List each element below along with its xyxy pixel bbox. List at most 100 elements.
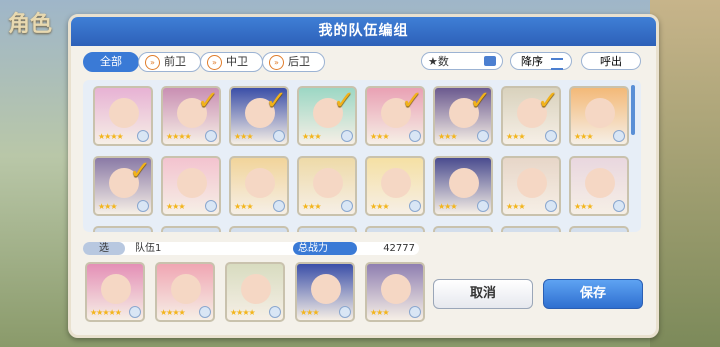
character-portrait: [245, 168, 275, 198]
checkmark-icon: ✓: [537, 86, 559, 116]
roster-card-partial[interactable]: [229, 226, 289, 232]
star-rating: ★★★: [302, 132, 321, 141]
star-rating: ★★★: [166, 202, 185, 211]
total-power-label: 总战力: [293, 242, 357, 255]
character-portrait: [241, 274, 271, 304]
team-member-card[interactable]: ★★★: [365, 262, 425, 322]
roster-card-partial[interactable]: [433, 226, 493, 232]
chevron-right-icon: [339, 306, 351, 318]
chevron-right-icon: [269, 306, 281, 318]
roster-card[interactable]: ★★★: [161, 156, 221, 216]
star-rating: ★★★: [370, 202, 389, 211]
character-portrait: [585, 168, 615, 198]
star-rating: ★★★: [234, 202, 253, 211]
roster-scrollbar[interactable]: [631, 85, 635, 135]
roster-card[interactable]: ★★★ ✓: [433, 86, 493, 146]
character-portrait: [585, 98, 615, 128]
chevron-right-icon: [613, 200, 625, 212]
filter-all-button[interactable]: 全部: [83, 52, 139, 72]
roster-card[interactable]: ★★★: [569, 156, 629, 216]
chevron-right-icon: »: [269, 54, 284, 70]
roster-card[interactable]: ★★★ ✓: [93, 156, 153, 216]
star-rating: ★★★★★: [90, 308, 122, 317]
chevron-right-icon: [409, 200, 421, 212]
filter-back-button[interactable]: » 后卫: [262, 52, 325, 72]
star-rating: ★★★: [438, 202, 457, 211]
team-edit-dialog: 我的队伍编组 全部 » 前卫 » 中卫 » 后卫 ★数 降序 呼出 ★★★★ ★★★★ ✓…: [68, 14, 659, 338]
star-rating: ★★★: [574, 132, 593, 141]
star-rating: ★★★★: [166, 132, 192, 141]
cancel-button[interactable]: 取消: [433, 279, 533, 309]
roster-card-partial[interactable]: [365, 226, 425, 232]
team-member-card[interactable]: ★★★: [295, 262, 355, 322]
team-member-card[interactable]: ★★★★: [155, 262, 215, 322]
filter-front-label: 前卫: [164, 55, 186, 68]
roster-card-partial[interactable]: [161, 226, 221, 232]
chevron-right-icon: [409, 130, 421, 142]
roster-card[interactable]: ★★★: [501, 156, 561, 216]
roster-card[interactable]: ★★★ ✓: [229, 86, 289, 146]
roster-card[interactable]: ★★★★: [93, 86, 153, 146]
roster-card[interactable]: ★★★: [297, 156, 357, 216]
team-member-card[interactable]: ★★★★★: [85, 262, 145, 322]
roster-card[interactable]: ★★★: [229, 156, 289, 216]
order-button[interactable]: 降序: [510, 52, 572, 70]
checkmark-icon: ✓: [469, 86, 491, 116]
roster-card[interactable]: ★★★: [365, 156, 425, 216]
roster-card[interactable]: ★★★: [569, 86, 629, 146]
chevron-right-icon: [205, 200, 217, 212]
star-rating: ★★★: [506, 202, 525, 211]
checkmark-icon: ✓: [401, 86, 423, 116]
character-portrait: [177, 168, 207, 198]
roster-card[interactable]: ★★★: [433, 156, 493, 216]
chevron-right-icon: [137, 130, 149, 142]
roster-card[interactable]: ★★★ ✓: [501, 86, 561, 146]
roster-card[interactable]: ★★★★ ✓: [161, 86, 221, 146]
total-power-bar: 总战力 42777: [293, 242, 419, 255]
star-rating: ★★★★: [98, 132, 124, 141]
star-rating: ★★★: [234, 132, 253, 141]
roster-card-partial[interactable]: [501, 226, 561, 232]
chevron-right-icon: [477, 200, 489, 212]
chevron-right-icon: [613, 130, 625, 142]
checkmark-icon: ✓: [129, 156, 151, 186]
background-scenery: [650, 0, 720, 347]
star-rating: ★★★: [506, 132, 525, 141]
roster-card-partial[interactable]: [297, 226, 357, 232]
character-portrait: [313, 168, 343, 198]
save-button[interactable]: 保存: [543, 279, 643, 309]
filter-middle-button[interactable]: » 中卫: [200, 52, 263, 72]
chevron-right-icon: [199, 306, 211, 318]
star-rating: ★★★: [370, 132, 389, 141]
roster-card-partial[interactable]: [93, 226, 153, 232]
character-portrait: [171, 274, 201, 304]
filter-front-button[interactable]: » 前卫: [138, 52, 201, 72]
checkmark-icon: ✓: [265, 86, 287, 116]
order-icon: [551, 58, 563, 70]
sort-icon: [484, 56, 496, 66]
chevron-right-icon: »: [207, 54, 222, 70]
team-tag: 选: [83, 242, 125, 255]
character-portrait: [381, 168, 411, 198]
star-rating: ★★★: [300, 308, 319, 317]
character-portrait: [517, 168, 547, 198]
chevron-right-icon: »: [145, 54, 160, 70]
sort-select[interactable]: ★数: [421, 52, 503, 70]
checkmark-icon: ✓: [197, 86, 219, 116]
character-portrait: [381, 274, 411, 304]
team-name: 队伍1: [135, 243, 162, 254]
chevron-right-icon: [477, 130, 489, 142]
chevron-right-icon: [205, 130, 217, 142]
chevron-right-icon: [545, 130, 557, 142]
roster-card-partial[interactable]: [569, 226, 629, 232]
call-button[interactable]: 呼出: [581, 52, 641, 70]
dialog-title: 我的队伍编组: [71, 17, 656, 46]
background-title: 角色: [8, 12, 53, 37]
team-member-card[interactable]: ★★★★: [225, 262, 285, 322]
character-portrait: [101, 274, 131, 304]
order-label: 降序: [521, 55, 543, 68]
chevron-right-icon: [137, 200, 149, 212]
chevron-right-icon: [545, 200, 557, 212]
roster-card[interactable]: ★★★ ✓: [365, 86, 425, 146]
roster-card[interactable]: ★★★ ✓: [297, 86, 357, 146]
